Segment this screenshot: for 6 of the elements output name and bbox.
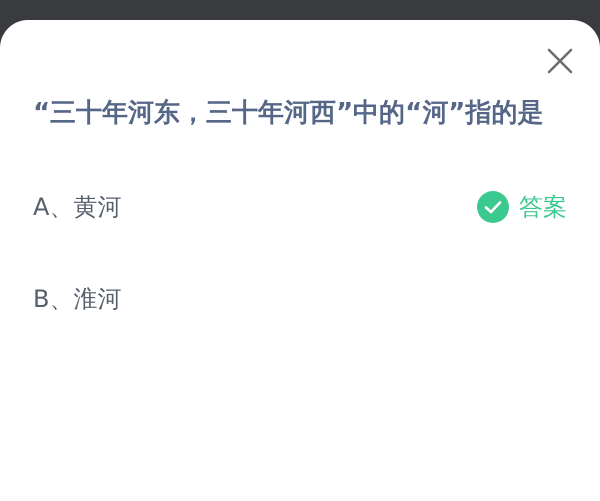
question-text: “三十年河东，三十年河西”中的“河”指的是 [33, 97, 544, 130]
option-label[interactable]: A、黄河 [33, 191, 122, 223]
option-label[interactable]: B、淮河 [33, 283, 122, 315]
close-button[interactable] [545, 46, 575, 76]
answer-label: 答案 [519, 192, 567, 223]
close-icon [545, 46, 575, 76]
